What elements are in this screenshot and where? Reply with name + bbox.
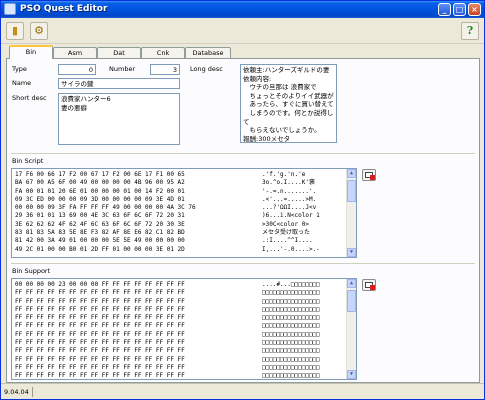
bin-support-edit-button[interactable]	[362, 279, 376, 291]
type-label: Type	[12, 65, 27, 73]
scroll-up-icon[interactable]: ▲	[347, 169, 356, 178]
scroll-down-icon[interactable]: ▼	[347, 248, 356, 257]
scroll-down-icon[interactable]: ▼	[347, 370, 356, 379]
tab-bin[interactable]: Bin	[9, 45, 53, 59]
tab-database[interactable]: Database	[185, 47, 231, 58]
tab-cnk[interactable]: Cnk	[141, 47, 185, 58]
edit-marker	[370, 175, 375, 180]
bin-support-ascii: ....#...□□□□□□□□ □□□□□□□□□□□□□□□□ □□□□□□…	[262, 281, 320, 380]
gear-icon: ⚙	[34, 24, 44, 37]
folder-icon: ▮	[11, 24, 19, 37]
bin-script-label: Bin Script	[12, 157, 44, 165]
bin-support-label: Bin Support	[12, 267, 51, 275]
long-desc-label: Long desc	[190, 65, 223, 73]
divider	[11, 153, 475, 154]
status-version: 9.04.04	[4, 388, 29, 396]
help-button[interactable]: ?	[461, 22, 479, 40]
toolbar: ▮ ⚙ ?	[1, 18, 484, 44]
number-label: Number	[109, 65, 136, 73]
short-desc-label: Short desc	[12, 94, 47, 102]
name-label: Name	[12, 79, 32, 87]
long-desc-field[interactable]: 依頼主:ハンターズギルドの妻 依頼内容: ウチの旦那は 浪費家で ちょっとそのよ…	[240, 64, 337, 143]
bin-script-scrollbar[interactable]: ▲ ▼	[346, 169, 356, 257]
minimize-button[interactable]: _	[438, 3, 451, 16]
bin-support-editor[interactable]: 00 00 00 00 23 00 00 00 FF FF FF FF FF F…	[11, 278, 357, 380]
tab-dat[interactable]: Dat	[97, 47, 141, 58]
scroll-up-icon[interactable]: ▲	[347, 279, 356, 288]
bin-script-ascii: .'f.'g.'n.'e 3o.^o.I....K'褒 '-.=.n......…	[262, 171, 320, 253]
title-bar[interactable]: PSO Quest Editor _ □ ×	[1, 1, 484, 18]
scroll-thumb[interactable]	[347, 290, 356, 312]
scroll-thumb[interactable]	[347, 180, 356, 202]
tab-asm[interactable]: Asm	[53, 47, 97, 58]
bin-script-hex: 17 F6 00 66 17 F2 00 67 17 F2 00 6E 17 F…	[15, 171, 196, 253]
bin-support-scrollbar[interactable]: ▲ ▼	[346, 279, 356, 379]
bin-script-edit-button[interactable]	[362, 169, 376, 181]
bin-support-hex: 00 00 00 00 23 00 00 00 FF FF FF FF FF F…	[15, 281, 185, 380]
type-field[interactable]: 0	[58, 64, 96, 75]
close-button[interactable]: ×	[468, 3, 481, 16]
name-field[interactable]: サイラの鍵	[58, 78, 180, 89]
short-desc-field[interactable]: 浪費家ハンター6 妻の悪癖	[58, 93, 180, 145]
status-divider	[32, 387, 33, 397]
status-bar: 9.04.04	[1, 383, 484, 399]
settings-button[interactable]: ⚙	[30, 22, 48, 40]
window-title: PSO Quest Editor	[20, 4, 108, 14]
app-icon	[4, 3, 16, 15]
divider	[11, 263, 475, 264]
open-file-button[interactable]: ▮	[6, 22, 24, 40]
bin-panel: Type 0 Number 3 Long desc 依頼主:ハンターズギルドの妻…	[6, 58, 480, 383]
number-field[interactable]: 3	[150, 64, 180, 75]
maximize-button[interactable]: □	[453, 3, 466, 16]
edit-marker	[370, 285, 375, 290]
main-window: PSO Quest Editor _ □ × ▮ ⚙ ? Bin Asm Dat…	[0, 0, 485, 400]
bin-script-editor[interactable]: 17 F6 00 66 17 F2 00 67 17 F2 00 6E 17 F…	[11, 168, 357, 258]
